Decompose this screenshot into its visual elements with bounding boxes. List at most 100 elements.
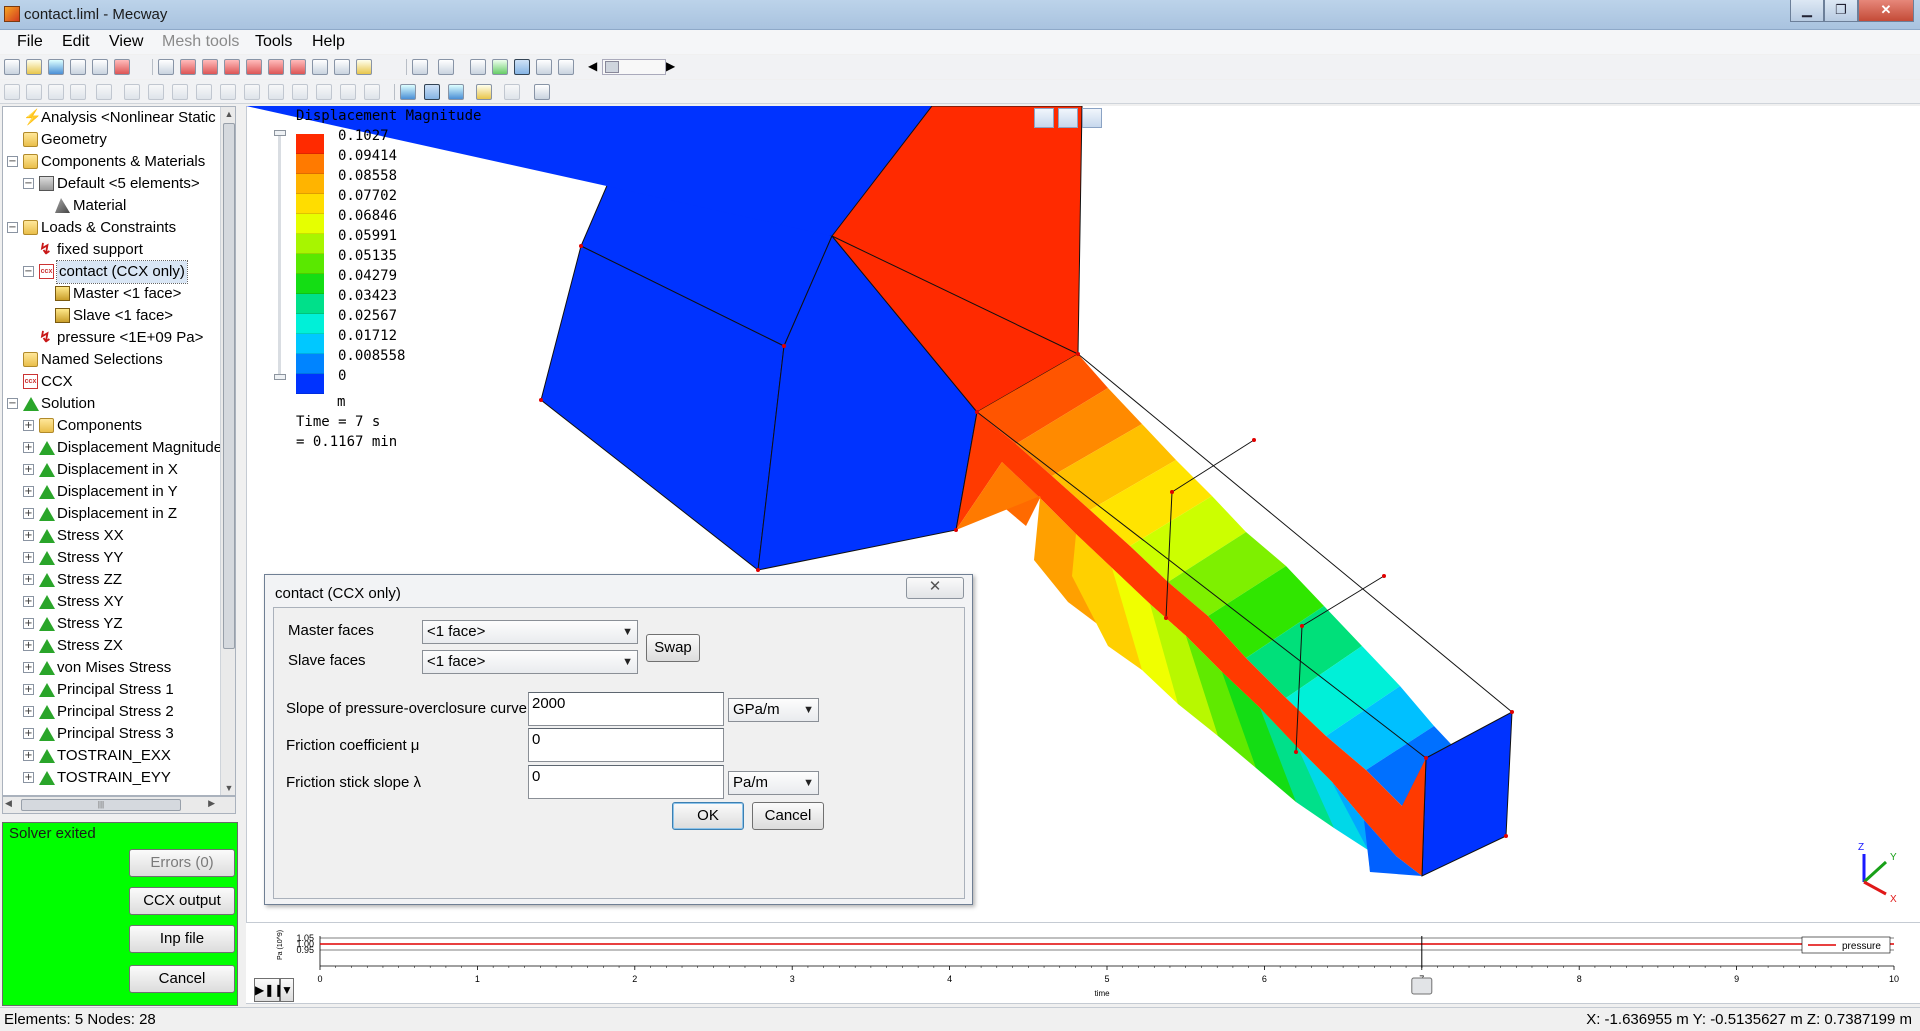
tree-item[interactable]: + Principal Stress 1 — [3, 679, 218, 701]
view-outline-icon[interactable] — [1034, 108, 1054, 128]
legend-max-handle[interactable] — [274, 130, 286, 136]
refine-icon[interactable] — [148, 84, 164, 100]
expand-icon[interactable]: + — [23, 662, 34, 673]
move-icon[interactable] — [316, 84, 332, 100]
tree-item[interactable]: + Components — [3, 415, 218, 437]
tree-item[interactable]: + Displacement Magnitude — [3, 437, 222, 459]
tree-item[interactable]: + Displacement in Y — [3, 481, 218, 503]
collapse-icon[interactable]: − — [23, 178, 34, 189]
animation-slider[interactable] — [602, 59, 666, 75]
shaded-view-icon[interactable] — [514, 59, 530, 75]
redo-icon[interactable] — [92, 59, 108, 75]
scroll-up-icon[interactable]: ▲ — [224, 109, 234, 119]
mesh-view-icon[interactable] — [558, 59, 574, 75]
open-folder-icon[interactable] — [26, 59, 42, 75]
expand-icon[interactable]: + — [23, 464, 34, 475]
hscroll-thumb[interactable]: ||| — [21, 799, 181, 811]
inp-file-button[interactable]: Inp file — [129, 925, 235, 953]
master-faces-select[interactable]: <1 face> ▼ — [422, 620, 638, 644]
tree-vertical-scrollbar[interactable]: ▲ ▼ — [220, 107, 235, 795]
solve-ccx-icon[interactable] — [114, 59, 130, 75]
collapse-icon[interactable]: − — [23, 266, 34, 277]
tree-item[interactable]: Slave <1 face> — [3, 305, 218, 327]
view-top-icon[interactable] — [224, 59, 240, 75]
scroll-thumb[interactable] — [223, 123, 235, 649]
expand-icon[interactable]: + — [23, 684, 34, 695]
close-window-button[interactable]: ✕ — [1858, 0, 1914, 22]
select-mode-icon[interactable] — [412, 59, 428, 75]
anim-forward-icon[interactable]: ▶ — [666, 59, 675, 73]
view-bottom-icon[interactable] — [246, 59, 262, 75]
tree-item[interactable]: + TOSTRAIN_EYY — [3, 767, 218, 789]
menu-file[interactable]: File — [17, 33, 43, 51]
tree-item[interactable]: Master <1 face> — [3, 283, 218, 305]
sweep-icon[interactable] — [220, 84, 236, 100]
view-iso-icon[interactable] — [158, 59, 174, 75]
deform-icon[interactable] — [492, 59, 508, 75]
slope-input[interactable]: 2000 — [528, 692, 724, 726]
view-solid-icon[interactable] — [1058, 108, 1078, 128]
menu-view[interactable]: View — [109, 33, 143, 51]
tree-item[interactable]: + Principal Stress 2 — [3, 701, 218, 723]
tree-item[interactable]: + Stress YZ — [3, 613, 218, 635]
view-solid-dark-icon[interactable] — [1082, 108, 1102, 128]
node-icon[interactable] — [26, 84, 42, 100]
expand-icon[interactable]: + — [23, 596, 34, 607]
tree-item[interactable]: + Displacement in X — [3, 459, 218, 481]
explode-icon[interactable] — [4, 84, 20, 100]
tree-item[interactable]: ⚡ Analysis <Nonlinear Static — [3, 107, 218, 129]
menu-edit[interactable]: Edit — [62, 33, 90, 51]
collapse-icon[interactable]: − — [7, 398, 18, 409]
collapse-icon[interactable]: − — [7, 156, 18, 167]
load-arrow-icon[interactable] — [476, 84, 492, 100]
volume-select-icon[interactable] — [448, 84, 464, 100]
play-pause-button[interactable]: ▶❚❚ — [254, 978, 284, 1002]
zoom-fit-icon[interactable] — [312, 59, 328, 75]
legend-range-slider[interactable] — [278, 134, 281, 376]
tree-item[interactable]: + Stress XY — [3, 591, 218, 613]
stick-unit-select[interactable]: Pa/m ▼ — [728, 771, 819, 795]
dialog-cancel-button[interactable]: Cancel — [752, 802, 824, 830]
view-back-icon[interactable] — [202, 59, 218, 75]
playback-dropdown[interactable]: ▼ — [280, 978, 294, 1002]
tree-item[interactable]: Geometry — [3, 129, 218, 151]
save-icon[interactable] — [48, 59, 64, 75]
pick-icon[interactable] — [438, 59, 454, 75]
triangle-icon[interactable] — [340, 84, 356, 100]
tree-item[interactable]: ↯ pressure <1E+09 Pa> — [3, 327, 218, 349]
tree-item[interactable]: + TOSTRAIN_EXX — [3, 745, 218, 767]
element-icon[interactable] — [48, 84, 64, 100]
tree-item[interactable]: + von Mises Stress — [3, 657, 218, 679]
revolve-icon[interactable] — [196, 84, 212, 100]
errors-button[interactable]: Errors (0) — [129, 849, 235, 877]
expand-icon[interactable]: + — [23, 486, 34, 497]
view-front-icon[interactable] — [180, 59, 196, 75]
hex-icon[interactable] — [70, 84, 86, 100]
dialog-close-icon[interactable]: ✕ — [906, 577, 964, 599]
expand-icon[interactable]: + — [23, 618, 34, 629]
scroll-right-icon[interactable]: ▶ — [208, 798, 215, 809]
expand-icon[interactable]: + — [23, 772, 34, 783]
expand-icon[interactable]: + — [23, 640, 34, 651]
tree-horizontal-scrollbar[interactable]: ◀ ||| ▶ — [2, 796, 236, 814]
slave-faces-select[interactable]: <1 face> ▼ — [422, 650, 638, 674]
solver-cancel-button[interactable]: Cancel — [129, 965, 235, 993]
expand-icon[interactable]: + — [23, 442, 34, 453]
tree-item[interactable]: − Solution — [3, 393, 218, 415]
scroll-down-icon[interactable]: ▼ — [224, 783, 234, 793]
tree-item[interactable]: + Stress YY — [3, 547, 218, 569]
mirror-icon[interactable] — [244, 84, 260, 100]
tree-item[interactable]: + Displacement in Z — [3, 503, 218, 525]
collapse-icon[interactable]: − — [7, 222, 18, 233]
tree-item[interactable]: Named Selections — [3, 349, 218, 371]
friction-input[interactable]: 0 — [528, 728, 724, 762]
tree-item[interactable]: − Components & Materials — [3, 151, 218, 173]
zoom-icon[interactable] — [334, 59, 350, 75]
grid-icon[interactable] — [504, 84, 520, 100]
tree-item[interactable]: + Stress ZZ — [3, 569, 218, 591]
menu-tools[interactable]: Tools — [255, 33, 292, 51]
undo-icon[interactable] — [70, 59, 86, 75]
slope-unit-select[interactable]: GPa/m ▼ — [728, 698, 819, 722]
menu-mesh-tools[interactable]: Mesh tools — [162, 33, 239, 51]
tree-item[interactable]: + Stress XX — [3, 525, 218, 547]
